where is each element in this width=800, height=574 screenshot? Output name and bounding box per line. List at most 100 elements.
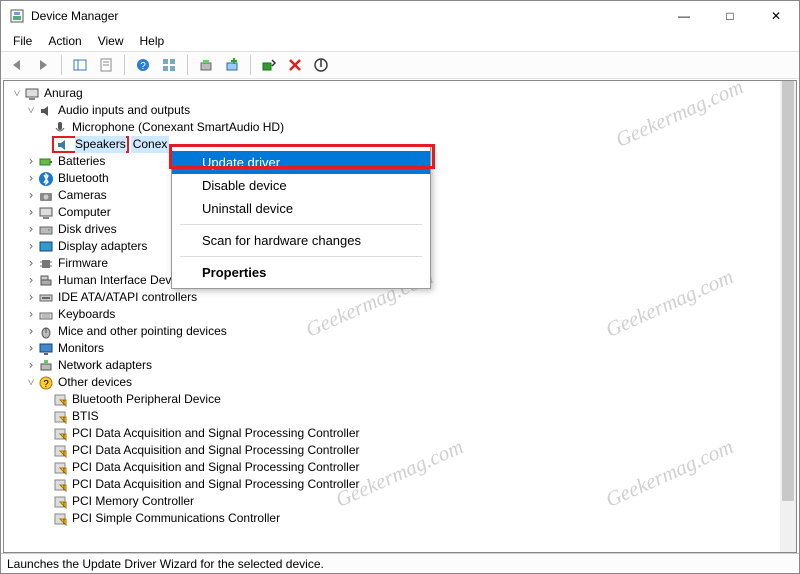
- devices-by-type-button[interactable]: [157, 53, 181, 77]
- node-label: Cameras: [58, 187, 107, 204]
- tree-node-keyboards[interactable]: › Keyboards: [10, 306, 780, 323]
- close-button[interactable]: ✕: [753, 1, 799, 31]
- camera-icon: [38, 188, 54, 204]
- expand-icon[interactable]: ›: [24, 308, 38, 322]
- tree-node-ide[interactable]: › IDE ATA/ATAPI controllers: [10, 289, 780, 306]
- unknown-device-icon: !: [52, 477, 68, 493]
- svg-text:!: !: [63, 502, 65, 509]
- unknown-device-icon: !: [52, 511, 68, 527]
- root-label: Anurag: [44, 85, 83, 102]
- tree-leaf-pci[interactable]: ! PCI Data Acquisition and Signal Proces…: [10, 476, 780, 493]
- ctx-update-driver[interactable]: Update driver: [172, 151, 430, 174]
- vertical-scrollbar[interactable]: [780, 81, 796, 552]
- network-icon: [38, 358, 54, 374]
- toolbar-separator: [61, 55, 62, 75]
- expand-icon[interactable]: ›: [24, 172, 38, 186]
- tree-node-other[interactable]: ˅ ? Other devices: [10, 374, 780, 391]
- menu-file[interactable]: File: [5, 32, 40, 50]
- computer-icon: [38, 205, 54, 221]
- update-driver-button[interactable]: [257, 53, 281, 77]
- scrollbar-thumb[interactable]: [782, 81, 794, 501]
- properties-button[interactable]: [94, 53, 118, 77]
- leaf-label: PCI Data Acquisition and Signal Processi…: [72, 459, 359, 476]
- mouse-icon: [38, 324, 54, 340]
- chip-icon: [38, 256, 54, 272]
- expand-icon[interactable]: ›: [24, 206, 38, 220]
- node-label: Audio inputs and outputs: [58, 102, 190, 119]
- unknown-device-icon: !: [52, 460, 68, 476]
- node-label: IDE ATA/ATAPI controllers: [58, 289, 197, 306]
- tree-leaf-btis[interactable]: ! BTIS: [10, 408, 780, 425]
- collapse-icon[interactable]: ˅: [24, 376, 38, 390]
- node-label: Monitors: [58, 340, 104, 357]
- expand-icon[interactable]: ›: [24, 155, 38, 169]
- node-label: Disk drives: [58, 221, 117, 238]
- scan-hardware-button[interactable]: [194, 53, 218, 77]
- tree-leaf-pcisimple[interactable]: ! PCI Simple Communications Controller: [10, 510, 780, 527]
- tree-leaf-pcimem[interactable]: ! PCI Memory Controller: [10, 493, 780, 510]
- status-bar: Launches the Update Driver Wizard for th…: [1, 553, 799, 573]
- unknown-device-icon: !: [52, 392, 68, 408]
- bluetooth-icon: [38, 171, 54, 187]
- expand-icon[interactable]: ›: [24, 189, 38, 203]
- disable-button[interactable]: [309, 53, 333, 77]
- leaf-label: BTIS: [72, 408, 99, 425]
- unknown-device-icon: !: [52, 426, 68, 442]
- help-button[interactable]: ?: [131, 53, 155, 77]
- tree-leaf-microphone[interactable]: Microphone (Conexant SmartAudio HD): [10, 119, 780, 136]
- ctx-scan-hardware[interactable]: Scan for hardware changes: [172, 229, 430, 252]
- expand-icon[interactable]: ›: [24, 291, 38, 305]
- node-label: Computer: [58, 204, 111, 221]
- collapse-icon[interactable]: ˅: [24, 104, 38, 118]
- node-label: Keyboards: [58, 306, 115, 323]
- tree-leaf-pci[interactable]: ! PCI Data Acquisition and Signal Proces…: [10, 425, 780, 442]
- expand-icon[interactable]: ›: [24, 240, 38, 254]
- tree-leaf-pci[interactable]: ! PCI Data Acquisition and Signal Proces…: [10, 459, 780, 476]
- collapse-icon[interactable]: ˅: [10, 87, 24, 101]
- tree-root[interactable]: ˅ Anurag: [10, 85, 780, 102]
- add-hardware-button[interactable]: [220, 53, 244, 77]
- leaf-label: Bluetooth Peripheral Device: [72, 391, 221, 408]
- display-icon: [38, 239, 54, 255]
- other-icon: ?: [38, 375, 54, 391]
- svg-text:!: !: [63, 417, 65, 424]
- expand-icon[interactable]: ›: [24, 342, 38, 356]
- svg-text:?: ?: [43, 379, 49, 390]
- svg-text:!: !: [63, 468, 65, 475]
- ctx-properties[interactable]: Properties: [172, 261, 430, 284]
- node-label: Display adapters: [58, 238, 147, 255]
- svg-text:!: !: [63, 434, 65, 441]
- menu-help[interactable]: Help: [132, 32, 173, 50]
- tree-leaf-pci[interactable]: ! PCI Data Acquisition and Signal Proces…: [10, 442, 780, 459]
- ctx-uninstall-device[interactable]: Uninstall device: [172, 197, 430, 220]
- node-label: Other devices: [58, 374, 132, 391]
- leaf-label: PCI Data Acquisition and Signal Processi…: [72, 442, 359, 459]
- menu-action[interactable]: Action: [40, 32, 89, 50]
- menu-bar: File Action View Help: [1, 31, 799, 51]
- expand-icon[interactable]: ›: [24, 274, 38, 288]
- minimize-button[interactable]: —: [661, 1, 707, 31]
- app-icon: [9, 8, 25, 24]
- disk-icon: [38, 222, 54, 238]
- expand-icon[interactable]: ›: [24, 325, 38, 339]
- speaker-icon: [55, 137, 71, 153]
- tree-node-mice[interactable]: › Mice and other pointing devices: [10, 323, 780, 340]
- node-label: Batteries: [58, 153, 105, 170]
- ctx-disable-device[interactable]: Disable device: [172, 174, 430, 197]
- computer-icon: [24, 86, 40, 102]
- tree-node-audio[interactable]: ˅ Audio inputs and outputs: [10, 102, 780, 119]
- leaf-label: PCI Data Acquisition and Signal Processi…: [72, 476, 359, 493]
- expand-icon[interactable]: ›: [24, 223, 38, 237]
- expand-icon[interactable]: ›: [24, 257, 38, 271]
- maximize-button[interactable]: □: [707, 1, 753, 31]
- back-button[interactable]: [5, 53, 29, 77]
- show-hide-console-button[interactable]: [68, 53, 92, 77]
- window-title: Device Manager: [31, 9, 118, 23]
- tree-node-monitors[interactable]: › Monitors: [10, 340, 780, 357]
- tree-leaf-bt-peripheral[interactable]: ! Bluetooth Peripheral Device: [10, 391, 780, 408]
- tree-node-network[interactable]: › Network adapters: [10, 357, 780, 374]
- forward-button[interactable]: [31, 53, 55, 77]
- menu-view[interactable]: View: [90, 32, 132, 50]
- uninstall-button[interactable]: [283, 53, 307, 77]
- expand-icon[interactable]: ›: [24, 359, 38, 373]
